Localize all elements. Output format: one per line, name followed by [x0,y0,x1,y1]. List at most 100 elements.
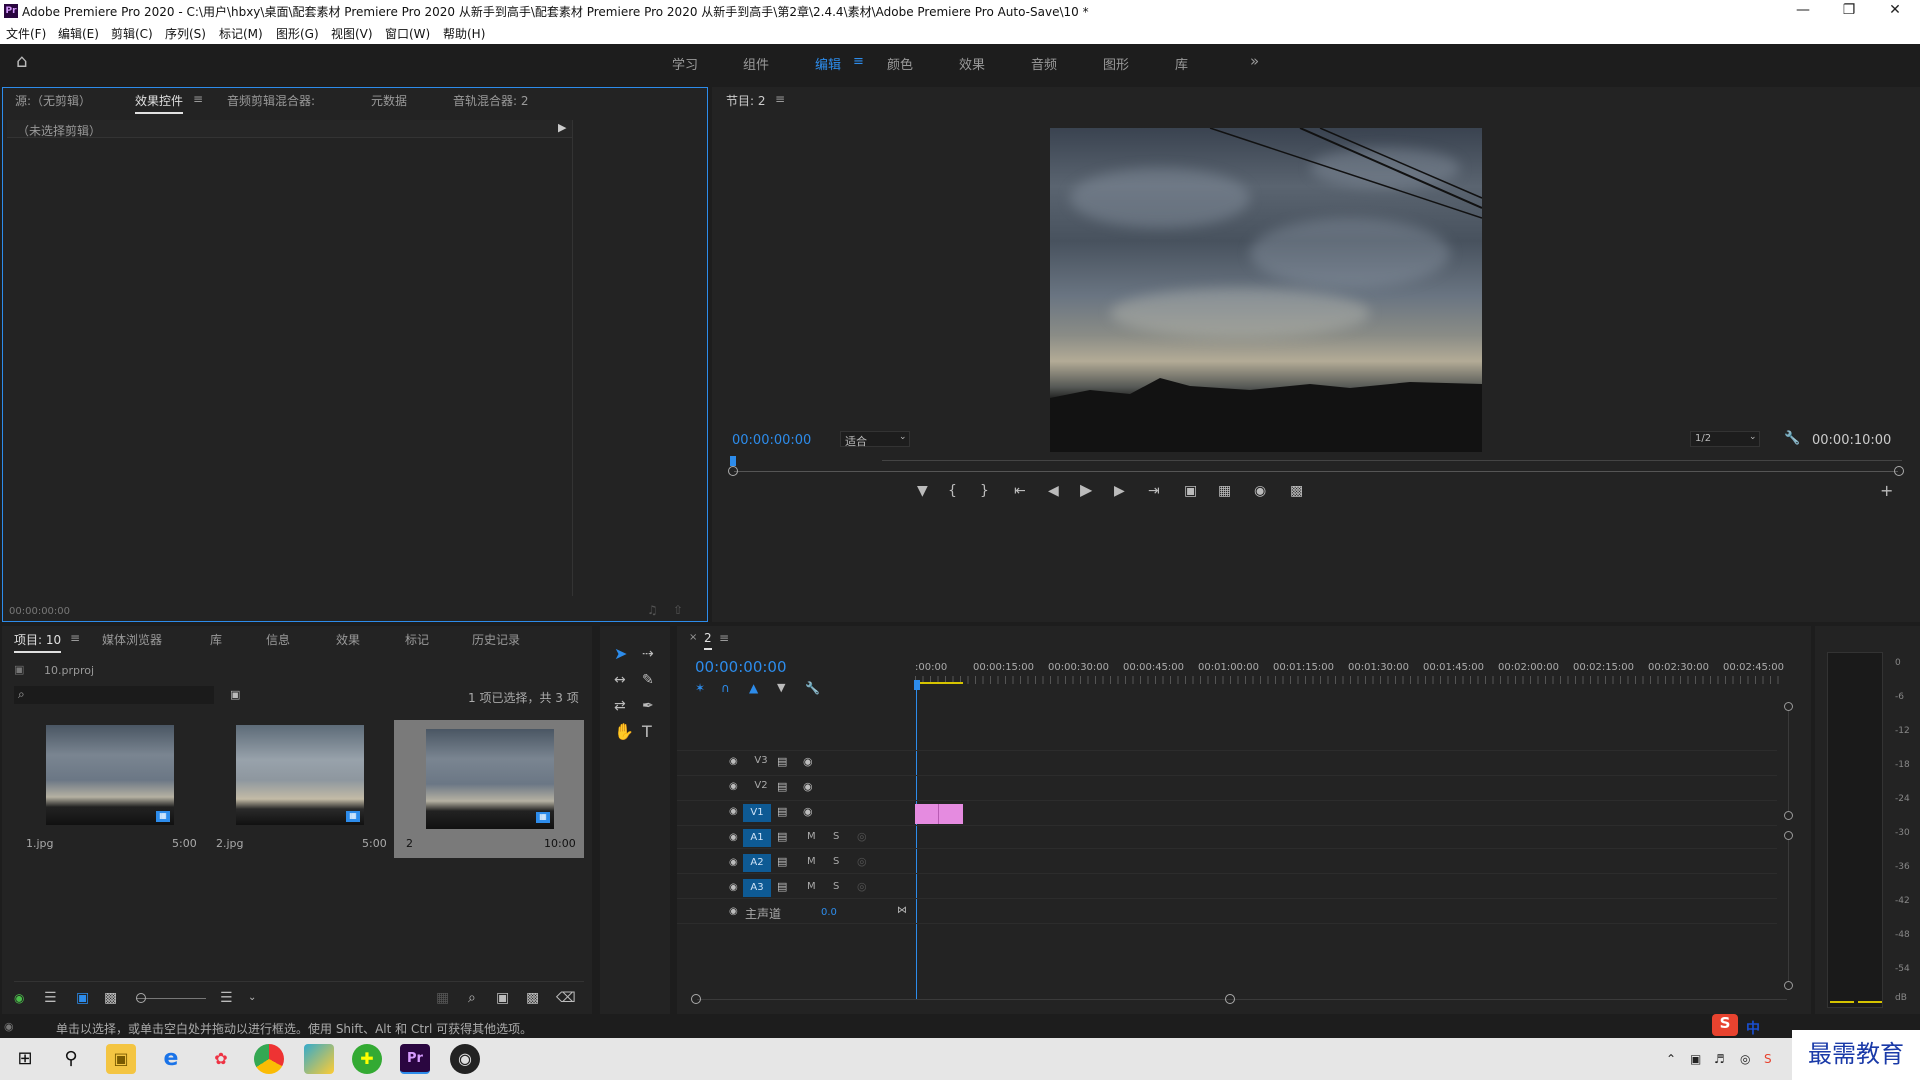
horizontal-scrollbar[interactable] [697,999,1787,1000]
tab-source[interactable]: 源:（无剪辑） [15,92,91,109]
microphone-icon[interactable]: ◎ [857,879,867,895]
icon-view-icon[interactable]: ▣ [76,990,89,1006]
new-item-icon[interactable]: ▩ [526,990,539,1006]
snap-icon[interactable]: ∩ [721,680,730,696]
volume-icon[interactable]: ♬ [1714,1051,1725,1067]
lock-track-icon[interactable]: ◉ [729,904,738,920]
microphone-icon[interactable]: ◎ [857,854,867,870]
sequence-tab[interactable]: 2 [704,631,712,650]
menu-graphics[interactable]: 图形(G) [276,25,319,42]
menu-help[interactable]: 帮助(H) [443,25,485,42]
linked-selection-icon[interactable]: ▲ [749,680,758,696]
close-icon[interactable]: ✕ [1880,2,1910,18]
solo-button[interactable]: S [833,831,839,842]
mute-button[interactable]: M [807,881,816,892]
program-playhead-timecode[interactable]: 00:00:00:00 [732,433,811,448]
menu-marker[interactable]: 标记(M) [219,25,263,42]
slip-tool-icon[interactable]: ⇄ [614,698,626,714]
tab-audio-track-mixer[interactable]: 音轨混合器: 2 [453,92,529,109]
tab-libraries[interactable]: 库 [210,631,222,648]
find-icon[interactable]: ⌕ [468,990,476,1006]
timeline-playhead-head[interactable] [914,680,920,690]
menu-window[interactable]: 窗口(W) [385,25,430,42]
ime-mode[interactable]: 中 [1746,1018,1760,1038]
program-video-frame[interactable] [1050,128,1482,452]
timeline-timecode[interactable]: 00:00:00:00 [695,658,787,676]
work-area-bar[interactable] [915,682,963,684]
mute-button[interactable]: M [807,831,816,842]
nest-icon[interactable]: ✶ [695,680,705,696]
program-menu-icon[interactable]: ≡ [775,92,785,106]
filter-icon[interactable]: ♫ [647,602,658,618]
extract-icon[interactable]: ▦ [1218,483,1231,499]
project-item[interactable]: ▦ 2.jpg 5:00 [216,725,387,855]
sort-icon[interactable]: ☰ [220,990,233,1006]
list-view-icon[interactable]: ☰ [44,990,57,1006]
workspace-learn[interactable]: 学习 [672,54,698,73]
lock-icon[interactable]: ◉ [14,990,24,1006]
sync-lock-icon[interactable]: ▤ [777,804,787,820]
track-header-a2[interactable]: ◉ A2 ▤ M S ◎ [677,851,913,876]
hscroll-handle-left[interactable] [691,994,701,1004]
track-header-v2[interactable]: ◉ V2 ▤ ◉ [677,775,913,800]
video-scroll-top[interactable] [1784,702,1793,711]
zoom-handle-right[interactable] [1894,466,1904,476]
workspace-graphics[interactable]: 图形 [1103,54,1129,73]
sync-lock-icon[interactable]: ▤ [777,829,787,845]
menu-edit[interactable]: 编辑(E) [58,25,99,42]
lock-track-icon[interactable]: ◉ [729,855,738,871]
step-back-icon[interactable]: ◀ [1048,483,1059,499]
freeform-view-icon[interactable]: ▩ [104,990,117,1006]
tab-metadata[interactable]: 元数据 [371,92,407,109]
tab-effect-controls[interactable]: 效果控件 [135,92,184,114]
ime-tray-icon[interactable]: ◎ [1740,1051,1750,1067]
tray-chevron-icon[interactable]: ⌃ [1666,1051,1676,1067]
type-tool-icon[interactable]: T [642,724,652,740]
edge-icon[interactable]: e [156,1044,186,1074]
app-icon[interactable]: ✿ [206,1044,236,1074]
network-icon[interactable]: ▣ [1690,1051,1701,1067]
lock-track-icon[interactable]: ◉ [729,880,738,896]
audio-scrollbar[interactable] [1788,840,1789,981]
sync-lock-icon[interactable]: ▤ [777,854,787,870]
timeline-clip[interactable] [939,804,963,824]
timeline-clip[interactable] [915,804,939,824]
workspace-color[interactable]: 颜色 [887,54,913,73]
go-to-out-icon[interactable]: ⇥ [1148,483,1160,499]
video-scroll-bottom[interactable] [1784,811,1793,820]
add-marker-icon[interactable]: ▼ [917,483,928,499]
expand-arrow-icon[interactable]: ▶ [558,121,566,134]
timeline-playhead-line[interactable] [916,688,917,1000]
mark-out-icon[interactable]: } [980,483,989,499]
master-volume-value[interactable]: 0.0 [821,907,837,918]
video-scrollbar[interactable] [1788,711,1789,811]
program-title[interactable]: 节目: 2 [726,92,766,109]
zoom-handle-left[interactable] [728,466,738,476]
add-marker-icon[interactable]: ▼ [777,680,785,696]
time-ruler[interactable] [882,460,1902,461]
new-bin-icon[interactable]: ▣ [496,990,509,1006]
timeline-menu-icon[interactable]: ≡ [719,631,729,645]
file-explorer-icon[interactable]: ▣ [106,1044,136,1074]
sync-lock-icon[interactable]: ▤ [777,779,787,795]
lock-track-icon[interactable]: ◉ [729,779,738,795]
sogou-ime-icon[interactable]: S [1712,1014,1738,1036]
zoom-slider-handle[interactable] [136,993,146,1003]
eye-icon[interactable]: ◉ [803,804,813,820]
new-bin-from-search-icon[interactable]: ▣ [230,687,240,703]
selection-tool-icon[interactable]: ➤ [614,646,627,662]
fit-dropdown[interactable]: 适合 ⌄ [840,431,910,448]
menu-clip[interactable]: 剪辑(C) [111,25,153,42]
eye-icon[interactable]: ◉ [803,754,813,770]
track-header-v3[interactable]: ◉ V3 ▤ ◉ [677,750,913,775]
camera-icon[interactable]: ◉ [1254,483,1266,499]
add-button-icon[interactable]: + [1880,483,1893,499]
tab-menu-icon[interactable]: ≡ [193,92,203,106]
minimize-icon[interactable]: — [1788,2,1818,18]
track-header-master[interactable]: ◉ 主声道 0.0 ⋈ [677,901,913,923]
track-header-v1[interactable]: ◉ V1 ▤ ◉ [677,800,913,825]
go-to-in-out-icon[interactable]: ⋈ [897,903,907,919]
windows-start-icon[interactable]: ⊞ [10,1044,40,1074]
tab-history[interactable]: 历史记录 [472,631,520,648]
pen-tool-icon[interactable]: ✒ [642,698,654,714]
